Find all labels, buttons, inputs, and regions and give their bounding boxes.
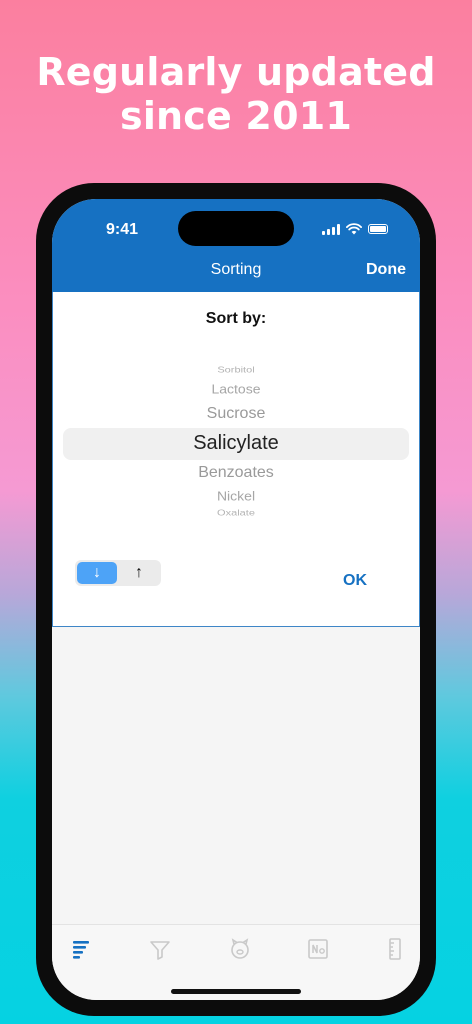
picker-item[interactable]: Oxalate	[53, 509, 419, 518]
headline-line-2: since 2011	[120, 94, 352, 138]
navigation-bar: 9:41 Sorting Done	[52, 199, 420, 292]
sort-bars-icon	[73, 941, 89, 959]
sorting-sheet: Sort by: Sorbitol Lactose Sucrose Salicy…	[52, 292, 420, 627]
dynamic-island	[178, 211, 294, 246]
sort-descending-button[interactable]: ↓	[77, 562, 117, 584]
sort-ascending-button[interactable]: ↑	[119, 562, 159, 584]
tab-filter[interactable]	[148, 937, 172, 961]
phone-frame: 9:41 Sorting Done Sort by: Sorbitol Lact…	[36, 183, 436, 1016]
picker-item-selected[interactable]: Salicylate	[53, 432, 419, 455]
sort-by-label: Sort by:	[205, 310, 267, 327]
picker-item[interactable]: Sucrose	[53, 405, 419, 423]
tab-piggy[interactable]	[228, 937, 252, 961]
picker-item[interactable]: Sorbitol	[53, 366, 419, 375]
tab-sort[interactable]	[70, 937, 94, 961]
sort-direction-control: ↓ ↑	[75, 560, 161, 586]
ruler-icon	[389, 938, 401, 960]
ok-button[interactable]: OK	[343, 572, 367, 590]
picker-item[interactable]: Benzoates	[53, 464, 419, 482]
home-indicator	[171, 989, 301, 994]
headline-line-1: Regularly updated	[36, 50, 436, 94]
picker-item[interactable]: Lactose	[53, 382, 419, 396]
done-button[interactable]: Done	[366, 261, 406, 279]
headline: Regularly updated since 2011	[0, 50, 472, 138]
piggy-icon	[231, 938, 249, 959]
status-time: 9:41	[106, 221, 139, 238]
picker-item[interactable]: Nickel	[53, 489, 419, 503]
phone-screen: 9:41 Sorting Done Sort by: Sorbitol Lact…	[52, 199, 420, 1000]
status-icons	[322, 223, 388, 235]
sort-picker[interactable]: Sorbitol Lactose Sucrose Salicylate Benz…	[53, 352, 419, 532]
battery-icon	[368, 224, 388, 234]
tab-elements[interactable]	[306, 937, 330, 961]
tab-measure[interactable]	[384, 937, 408, 961]
cellular-signal-icon	[322, 223, 340, 235]
nav-title: Sorting	[210, 261, 262, 278]
funnel-icon	[150, 941, 170, 960]
element-na-icon	[308, 939, 328, 959]
wifi-icon	[346, 223, 362, 235]
